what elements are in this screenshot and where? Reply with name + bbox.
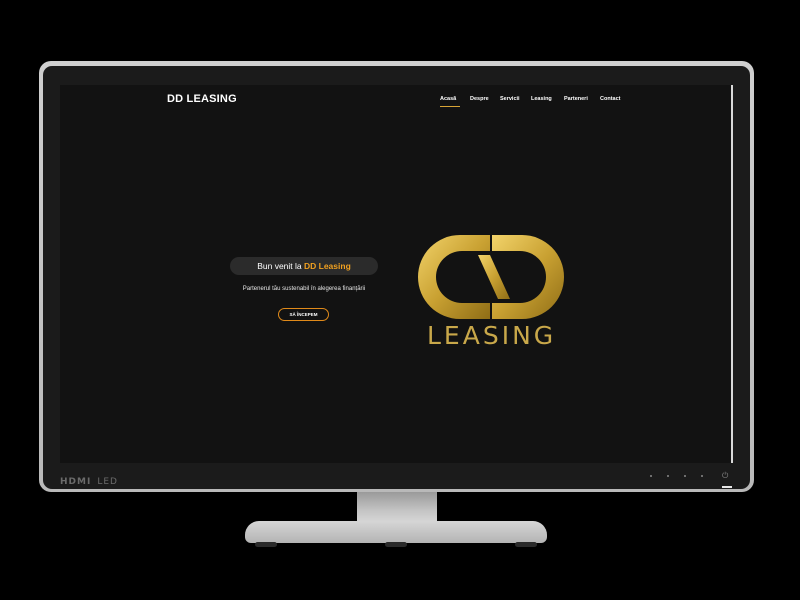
screen-edge: [731, 85, 733, 463]
hero-subtitle: Partenerul tău sustenabil în alegerea fi…: [242, 286, 366, 292]
nav-item-acasa[interactable]: Acasă: [440, 96, 456, 102]
nav-item-parteneri[interactable]: Parteneri: [564, 96, 588, 102]
welcome-prefix: Bun venit la: [257, 261, 304, 271]
welcome-brand: DD Leasing: [304, 261, 351, 271]
monitor-stand-neck: [357, 492, 437, 523]
power-led: [722, 486, 732, 488]
stand-foot: [385, 542, 407, 547]
nav-item-leasing[interactable]: Leasing: [531, 96, 552, 102]
power-icon[interactable]: ⏻: [722, 471, 728, 481]
monitor-stand-base: [245, 521, 547, 543]
monitor-button-dot[interactable]: [650, 475, 652, 477]
monitor-button-dot[interactable]: [701, 475, 703, 477]
led-label: LED: [97, 477, 118, 487]
monitor-brand: HDMI LED: [60, 477, 118, 487]
stand-foot: [515, 542, 537, 547]
nav-item-despre[interactable]: Despre: [470, 96, 489, 102]
site-logo[interactable]: DD LEASING: [167, 93, 237, 105]
stand-foot: [255, 542, 277, 547]
monitor-button-dot[interactable]: [684, 475, 686, 477]
hdmi-label: HDMI: [60, 477, 92, 487]
screen: DD LEASING Acasă Despre Servicii Leasing…: [60, 85, 733, 463]
monitor-button-dot[interactable]: [667, 475, 669, 477]
start-button[interactable]: SĂ ÎNCEPEM: [278, 308, 329, 321]
welcome-badge: Bun venit la DD Leasing: [230, 257, 378, 275]
logo-leasing-text: LEASING: [427, 321, 557, 350]
nav-item-servicii[interactable]: Servicii: [500, 96, 520, 102]
nav-item-contact[interactable]: Contact: [600, 96, 620, 102]
nav-active-underline: [440, 106, 460, 107]
